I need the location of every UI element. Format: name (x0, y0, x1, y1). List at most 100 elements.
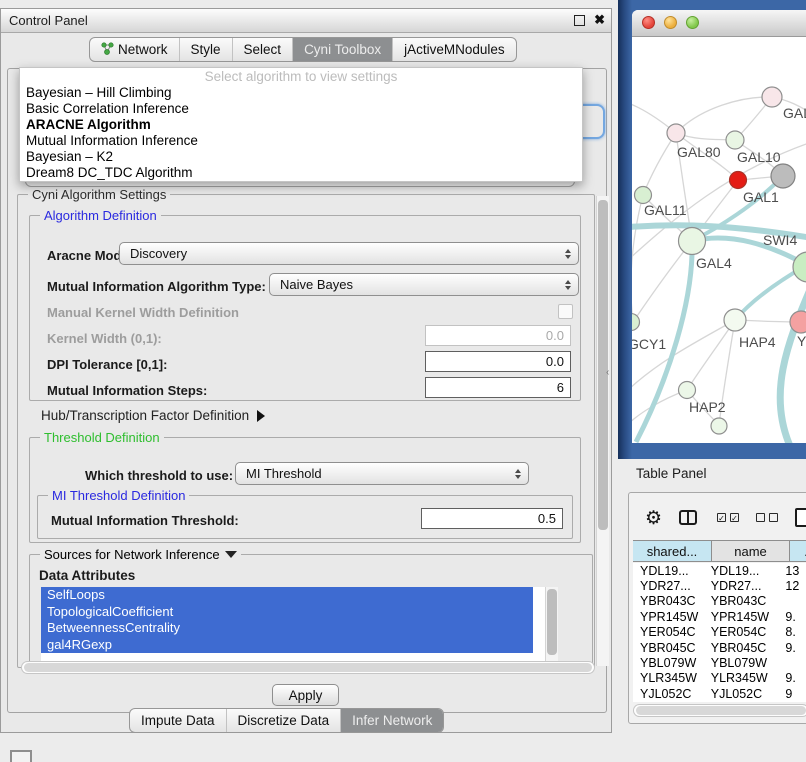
select-all-checkbox-icon[interactable]: ✓ (730, 513, 739, 522)
dropdown-item-basic-correlation[interactable]: Basic Correlation Inference (20, 101, 582, 117)
network-node-gal4[interactable] (679, 228, 706, 255)
threshold-definition-legend: Threshold Definition (40, 430, 164, 445)
list-item-selfloops[interactable]: SelfLoops (41, 587, 533, 604)
network-node-gal11[interactable] (635, 187, 652, 204)
dropdown-item-aracne[interactable]: ARACNE Algorithm (20, 117, 582, 133)
app-root: Control Panel ✖ Network S (0, 0, 806, 762)
table-row[interactable]: YBR045CYBR045C9. (633, 640, 806, 655)
node-label: GAL80 (677, 144, 721, 160)
new-table-icon[interactable] (795, 508, 806, 527)
network-node-gal10[interactable] (726, 131, 744, 149)
zoom-traffic-light-icon[interactable] (686, 16, 699, 29)
collapsed-panel-icon[interactable] (10, 750, 32, 762)
table-panel-window: ⚙ ✓ ✓ shared... name A YDL19...YDL19...1… (628, 492, 806, 724)
node-label: GCY1 (632, 336, 666, 352)
table-row[interactable]: YJL052CYJL052C9 (633, 686, 806, 701)
table-row[interactable]: YBL079WYBL079W (633, 655, 806, 670)
dropdown-item-mutual-information[interactable]: Mutual Information Inference (20, 133, 582, 149)
network-window-titlebar[interactable] (632, 10, 806, 37)
mi-steps-field[interactable]: 6 (425, 377, 571, 398)
node-label: GAL11 (644, 202, 687, 218)
node-label: GAL10 (737, 149, 781, 165)
column-header-shared-name[interactable]: shared... (633, 540, 712, 562)
float-window-icon[interactable] (574, 15, 585, 26)
table-header: shared... name A (633, 540, 806, 562)
sources-legend[interactable]: Sources for Network Inference (40, 547, 241, 562)
dpi-tolerance-field[interactable]: 0.0 (425, 351, 571, 372)
tab-network[interactable]: Network (90, 38, 179, 61)
algorithm-dropdown-popup: Select algorithm to view settings Bayesi… (19, 67, 583, 182)
manual-kernel-width-label: Manual Kernel Width Definition (47, 305, 239, 320)
which-threshold-combo[interactable]: MI Threshold (235, 462, 529, 485)
table-row[interactable]: YDL19...YDL19...13 (633, 563, 806, 578)
gear-icon[interactable]: ⚙ (645, 509, 662, 528)
mi-threshold-field[interactable]: 0.5 (421, 508, 563, 529)
network-node-hap2[interactable] (679, 382, 696, 399)
tab-select[interactable]: Select (232, 38, 293, 61)
control-panel-tabbar: Network Style Select Cyni Toolbox jActiv… (89, 37, 517, 62)
apply-button[interactable]: Apply (272, 684, 339, 706)
deselect-all-checkbox-icon[interactable] (756, 513, 765, 522)
column-header-name[interactable]: name (712, 540, 790, 562)
hub-expander[interactable]: Hub/Transcription Factor Definition (41, 408, 265, 423)
close-icon[interactable]: ✖ (594, 12, 605, 28)
mi-threshold-label: Mutual Information Threshold: (51, 513, 239, 528)
network-node-gray[interactable] (771, 164, 795, 188)
network-node-hap4[interactable] (724, 309, 746, 331)
table-row[interactable]: YDR27...YDR27...12 (633, 578, 806, 593)
mi-steps-label: Mutual Information Steps: (47, 383, 207, 398)
dropdown-item-bayesian-k2[interactable]: Bayesian – K2 (20, 149, 582, 165)
tab-impute-data[interactable]: Impute Data (130, 709, 226, 732)
split-columns-icon[interactable] (679, 510, 697, 525)
tab-style[interactable]: Style (179, 38, 232, 61)
node-label: GAL4 (696, 255, 732, 271)
mi-algorithm-type-label: Mutual Information Algorithm Type: (47, 279, 266, 294)
dropdown-item-bayesian-hill-climbing[interactable]: Bayesian – Hill Climbing (20, 85, 582, 101)
close-traffic-light-icon[interactable] (642, 16, 655, 29)
list-item-betweennesscentrality[interactable]: BetweennessCentrality (41, 620, 533, 637)
settings-vertical-scrollbar[interactable] (596, 196, 609, 666)
table-horizontal-scrollbar[interactable] (633, 704, 806, 717)
table-row[interactable]: YLR345WYLR345W9. (633, 671, 806, 686)
kernel-width-field[interactable]: 0.0 (425, 325, 571, 346)
data-attributes-label: Data Attributes (39, 568, 135, 583)
combo-arrows-icon (515, 469, 521, 479)
list-item-gal4rgexp[interactable]: gal4RGexp (41, 637, 533, 654)
network-node-top-right[interactable] (762, 87, 782, 107)
mi-algorithm-type-combo[interactable]: Naive Bayes (269, 273, 579, 296)
tab-jactivemnodules[interactable]: jActiveMNodules (392, 38, 516, 61)
table-rows: YDL19...YDL19...13 YDR27...YDR27...12 YB… (633, 563, 806, 702)
deselect-all-checkbox-icon[interactable] (769, 513, 778, 522)
tab-infer-network[interactable]: Infer Network (340, 709, 443, 732)
dropdown-item-dream8[interactable]: Dream8 DC_TDC Algorithm (20, 165, 582, 181)
splitpane-collapse-icon[interactable]: ‹ (606, 367, 609, 378)
network-node-gal80[interactable] (667, 124, 685, 142)
minimize-traffic-light-icon[interactable] (664, 16, 677, 29)
settings-horizontal-scrollbar[interactable] (21, 661, 595, 674)
list-item-topologicalcoefficient[interactable]: TopologicalCoefficient (41, 604, 533, 621)
tab-network-label: Network (118, 42, 168, 57)
network-canvas[interactable]: GAL GAL80 GAL10 GAL1 GAL11 GAL4 SWI4 GCY… (632, 36, 806, 443)
select-all-checkbox-icon[interactable]: ✓ (717, 513, 726, 522)
table-row[interactable]: YBR043CYBR043C (633, 594, 806, 609)
network-node-gcy1[interactable] (632, 314, 640, 331)
aracne-mode-combo[interactable]: Discovery (119, 242, 579, 265)
column-header-partial[interactable]: A (790, 540, 806, 562)
network-node-salmon[interactable] (790, 311, 806, 333)
attributes-list-scrollbar[interactable] (545, 587, 558, 661)
manual-kernel-width-checkbox[interactable] (558, 304, 573, 319)
tab-cyni-toolbox[interactable]: Cyni Toolbox (292, 38, 392, 61)
control-panel-window: Control Panel ✖ Network S (0, 8, 612, 733)
combo-arrows-icon (565, 249, 571, 259)
network-node-bottom[interactable] (711, 418, 727, 434)
network-node-gal1-red[interactable] (730, 172, 747, 189)
control-panel-titlebar[interactable]: Control Panel ✖ (1, 9, 611, 33)
table-row[interactable]: YPR145WYPR145W9. (633, 609, 806, 624)
combo-arrows-icon (565, 280, 571, 290)
network-tab-icon (101, 42, 114, 58)
table-row[interactable]: YER054CYER054C8. (633, 625, 806, 640)
node-label: HAP4 (739, 334, 776, 350)
which-threshold-label: Which threshold to use: (85, 468, 233, 483)
mi-threshold-legend: MI Threshold Definition (48, 488, 189, 503)
tab-discretize-data[interactable]: Discretize Data (226, 709, 341, 732)
